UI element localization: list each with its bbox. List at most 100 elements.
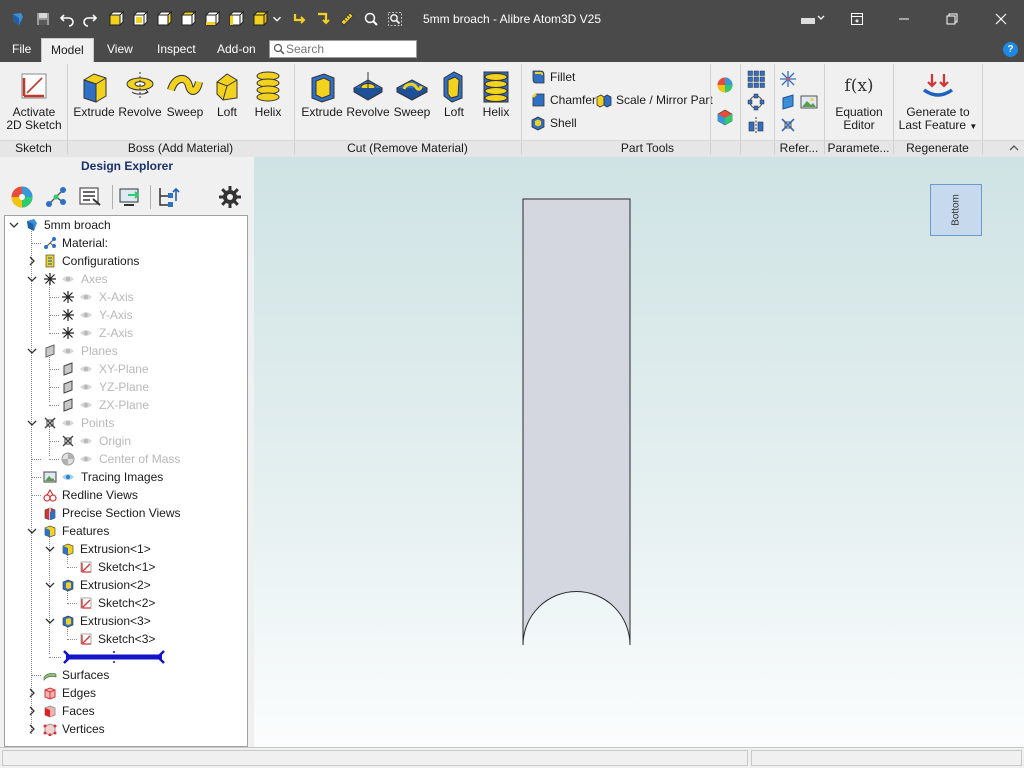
- design-tree[interactable]: 5mm broach Material: Configurations Axes…: [4, 215, 248, 747]
- tree-item-y-axis[interactable]: Y-Axis: [5, 306, 245, 324]
- chevron-right-icon[interactable]: [27, 256, 37, 266]
- save-icon[interactable]: [33, 9, 53, 29]
- tree-item-vertices[interactable]: Vertices: [5, 720, 245, 738]
- visibility-eye-icon[interactable]: [79, 292, 93, 302]
- visibility-eye-icon[interactable]: [79, 454, 93, 464]
- visibility-eye-icon[interactable]: [79, 364, 93, 374]
- boss-loft-button[interactable]: Loft: [208, 68, 246, 119]
- visibility-eye-icon[interactable]: [61, 274, 75, 284]
- visibility-eye-icon[interactable]: [79, 382, 93, 392]
- reference-plane-icon[interactable]: [779, 93, 797, 111]
- redo-icon[interactable]: [80, 9, 100, 29]
- cut-sweep-button[interactable]: Sweep: [391, 68, 433, 119]
- reference-point-icon[interactable]: [779, 116, 797, 134]
- close-button[interactable]: [978, 0, 1024, 38]
- cut-revolve-button[interactable]: Revolve: [345, 68, 391, 119]
- 3d-viewport[interactable]: Bottom: [254, 157, 1024, 747]
- tab-model[interactable]: Model: [41, 38, 94, 62]
- chevron-down-icon[interactable]: [45, 544, 55, 554]
- color-wheel-icon[interactable]: [8, 183, 36, 211]
- zoom-icon[interactable]: [361, 9, 381, 29]
- cut-extrude-button[interactable]: Extrude: [300, 68, 344, 119]
- pattern-icon[interactable]: [747, 70, 765, 88]
- quick-access-dropdown-icon[interactable]: [270, 9, 284, 29]
- collapse-ribbon-icon[interactable]: [1008, 142, 1020, 154]
- reference-axis-icon[interactable]: [779, 70, 797, 88]
- scale-mirror-part-button[interactable]: Scale / Mirror Part: [596, 90, 713, 110]
- tree-item-sketch-1[interactable]: Sketch<1>: [5, 558, 245, 576]
- view-cube[interactable]: Bottom: [930, 184, 982, 236]
- chevron-right-icon[interactable]: [27, 724, 37, 734]
- tab-add-on[interactable]: Add-on: [208, 38, 265, 62]
- tree-item-extrusion-2[interactable]: Extrusion<2>: [5, 576, 245, 594]
- search-box[interactable]: [269, 40, 417, 58]
- app-logo-icon[interactable]: [8, 9, 28, 29]
- tree-item-precise-section-views[interactable]: Precise Section Views: [5, 504, 245, 522]
- tree-item-edges[interactable]: Edges: [5, 684, 245, 702]
- cut-helix-button[interactable]: Helix: [477, 68, 515, 119]
- tree-item-surfaces[interactable]: Surfaces: [5, 666, 245, 684]
- chevron-right-icon[interactable]: [27, 688, 37, 698]
- tree-item-root[interactable]: 5mm broach: [5, 216, 245, 234]
- visibility-eye-icon[interactable]: [79, 328, 93, 338]
- visibility-eye-icon[interactable]: [79, 400, 93, 410]
- tree-item-faces[interactable]: Faces: [5, 702, 245, 720]
- boss-extrude-button[interactable]: Extrude: [72, 68, 116, 119]
- measure-icon[interactable]: [337, 9, 357, 29]
- boss-sweep-button[interactable]: Sweep: [164, 68, 206, 119]
- mirror-icon[interactable]: [747, 116, 765, 134]
- tree-item-yz-plane[interactable]: YZ-Plane: [5, 378, 245, 396]
- view-left-icon[interactable]: [154, 9, 174, 29]
- zoom-area-icon[interactable]: [385, 9, 405, 29]
- chevron-right-icon[interactable]: [27, 706, 37, 716]
- tree-options-icon[interactable]: [154, 183, 182, 211]
- tree-item-extrusion-3[interactable]: Extrusion<3>: [5, 612, 245, 630]
- visibility-eye-icon[interactable]: [61, 472, 75, 482]
- settings-gear-icon[interactable]: [216, 183, 244, 211]
- view-back-icon[interactable]: [130, 9, 150, 29]
- properties-icon[interactable]: [76, 183, 104, 211]
- visibility-eye-icon[interactable]: [61, 346, 75, 356]
- tree-item-sketch-3[interactable]: Sketch<3>: [5, 630, 245, 648]
- material-icon[interactable]: [42, 183, 70, 211]
- tree-item-extrusion-1[interactable]: Extrusion<1>: [5, 540, 245, 558]
- export-view-icon[interactable]: [116, 183, 144, 211]
- view-isometric-icon[interactable]: [250, 9, 270, 29]
- restore-button[interactable]: [929, 0, 975, 38]
- tree-item-features[interactable]: Features: [5, 522, 245, 540]
- part-color-icon[interactable]: [716, 108, 734, 126]
- tree-item-planes[interactable]: Planes: [5, 342, 245, 360]
- circular-pattern-icon[interactable]: [747, 93, 765, 111]
- view-top-icon[interactable]: [202, 9, 222, 29]
- generate-to-last-feature-button[interactable]: Generate to Last Feature ▼: [897, 68, 979, 133]
- activate-2d-sketch-button[interactable]: Activate 2D Sketch: [5, 68, 63, 132]
- chevron-down-icon[interactable]: [27, 526, 37, 536]
- shell-button[interactable]: Shell: [530, 113, 577, 133]
- broach-body[interactable]: [522, 198, 631, 646]
- tab-inspect[interactable]: Inspect: [148, 38, 205, 62]
- color-properties-icon[interactable]: [716, 76, 734, 94]
- tree-item-sketch-2[interactable]: Sketch<2>: [5, 594, 245, 612]
- cut-loft-button[interactable]: Loft: [435, 68, 473, 119]
- fillet-button[interactable]: Fillet: [530, 67, 575, 87]
- chevron-down-icon[interactable]: [45, 580, 55, 590]
- tree-item-configurations[interactable]: Configurations: [5, 252, 245, 270]
- tracing-image-icon[interactable]: [800, 93, 818, 111]
- help-icon[interactable]: ?: [1003, 42, 1018, 57]
- rotate-left-icon[interactable]: [290, 9, 310, 29]
- minimize-button[interactable]: [881, 0, 927, 38]
- search-input[interactable]: [286, 42, 414, 56]
- boss-helix-button[interactable]: Helix: [249, 68, 287, 119]
- display-mode-dropdown[interactable]: [793, 0, 831, 38]
- tree-item-x-axis[interactable]: X-Axis: [5, 288, 245, 306]
- tree-item-points[interactable]: Points: [5, 414, 245, 432]
- tree-item-tracing-images[interactable]: Tracing Images: [5, 468, 245, 486]
- chevron-down-icon[interactable]: [45, 616, 55, 626]
- tree-item-xy-plane[interactable]: XY-Plane: [5, 360, 245, 378]
- tab-view[interactable]: View: [98, 38, 142, 62]
- tree-item-redline-views[interactable]: Redline Views: [5, 486, 245, 504]
- tree-item-zx-plane[interactable]: ZX-Plane: [5, 396, 245, 414]
- view-front-icon[interactable]: [106, 9, 126, 29]
- equation-editor-button[interactable]: f(x) Equation Editor: [830, 68, 888, 132]
- rotate-right-icon[interactable]: [313, 9, 333, 29]
